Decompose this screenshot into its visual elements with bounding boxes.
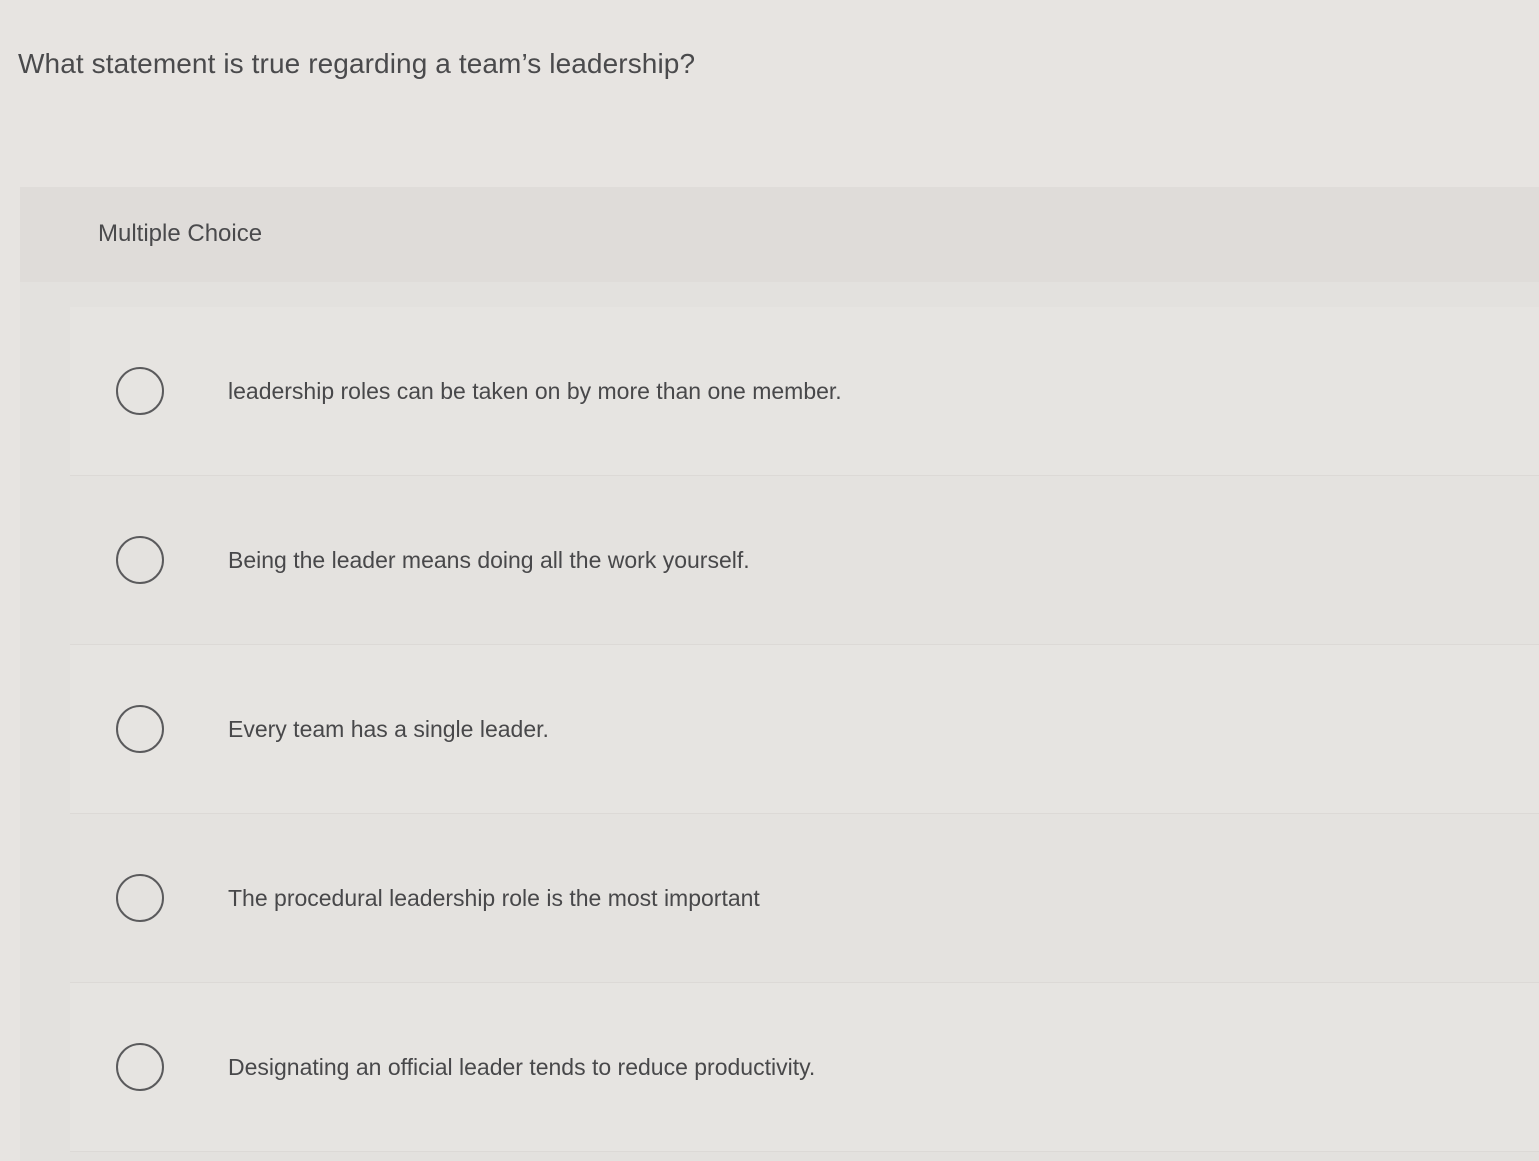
radio-button[interactable] — [116, 705, 164, 753]
answer-option[interactable]: leadership roles can be taken on by more… — [70, 307, 1539, 476]
answer-option-label: leadership roles can be taken on by more… — [228, 377, 842, 404]
question-type-label: Multiple Choice — [98, 220, 263, 247]
panel-header: Multiple Choice — [20, 187, 1539, 282]
radio-button[interactable] — [116, 367, 164, 415]
answer-option[interactable]: Being the leader means doing all the wor… — [70, 476, 1539, 645]
multiple-choice-panel: Multiple Choice leadership roles can be … — [20, 187, 1539, 1161]
answer-option[interactable]: Designating an official leader tends to … — [70, 983, 1539, 1152]
radio-button[interactable] — [116, 1043, 164, 1091]
radio-button[interactable] — [116, 874, 164, 922]
answer-option-label: Designating an official leader tends to … — [228, 1053, 816, 1080]
answer-option-label: Every team has a single leader. — [228, 715, 549, 742]
answer-option-label: Being the leader means doing all the wor… — [228, 546, 750, 573]
question-text: What statement is true regarding a team’… — [18, 48, 696, 79]
answer-options: leadership roles can be taken on by more… — [70, 307, 1539, 1152]
answer-option-label: The procedural leadership role is the mo… — [228, 884, 760, 911]
answer-option[interactable]: Every team has a single leader. — [70, 645, 1539, 814]
radio-button[interactable] — [116, 536, 164, 584]
answer-option[interactable]: The procedural leadership role is the mo… — [70, 814, 1539, 983]
